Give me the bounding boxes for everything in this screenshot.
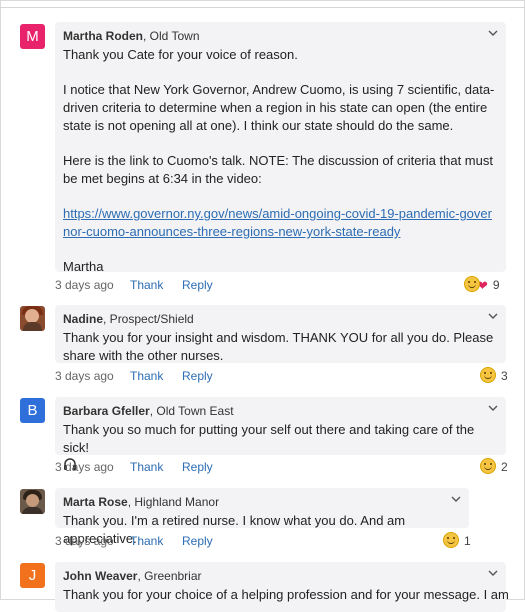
thank-button[interactable]: Thank: [130, 458, 163, 476]
timestamp: 3 days ago: [55, 278, 114, 292]
comment-body: Thank you for your choice of a helping p…: [63, 587, 509, 602]
timestamp: 3 days ago: [55, 534, 114, 548]
reaction-count: 2: [501, 460, 508, 474]
avatar[interactable]: J: [20, 563, 45, 588]
reply-button[interactable]: Reply: [182, 367, 213, 385]
timestamp: 3 days ago: [55, 460, 114, 474]
chevron-down-icon[interactable]: [451, 494, 461, 504]
author-name[interactable]: John Weaver: [63, 569, 137, 583]
comment-paragraph: Here is the link to Cuomo's talk. NOTE: …: [63, 153, 493, 186]
smile-emoji-icon: [443, 532, 459, 548]
thank-button[interactable]: Thank: [130, 367, 163, 385]
comment-body: Thank you for your insight and wisdom. T…: [63, 330, 494, 363]
comment-signoff: Martha: [63, 259, 104, 274]
author-location: , Prospect/Shield: [103, 312, 194, 326]
top-divider: [0, 7, 525, 8]
comment-actions: 3 days ago Thank Reply: [55, 458, 515, 476]
comment-bubble: Barbara Gfeller, Old Town East Thank you…: [55, 397, 506, 470]
reactions[interactable]: 2: [480, 458, 508, 476]
avatar[interactable]: M: [20, 24, 45, 49]
comment-paragraph: I notice that New York Governor, Andrew …: [63, 82, 495, 133]
comment-author: Barbara Gfeller, Old Town East: [63, 403, 498, 419]
comment-bubble: John Weaver, Greenbriar Thank you for yo…: [55, 562, 509, 612]
comment-body: Thank you Cate for your voice of reason.…: [63, 46, 498, 276]
author-location: , Old Town East: [149, 404, 234, 418]
comment-author: Nadine, Prospect/Shield: [63, 311, 498, 327]
smile-emoji-icon: [480, 458, 496, 474]
thank-button[interactable]: Thank: [130, 532, 163, 550]
comment-bubble: Nadine, Prospect/Shield Thank you for yo…: [55, 305, 506, 363]
chevron-down-icon[interactable]: [488, 403, 498, 413]
comment-author: John Weaver, Greenbriar: [63, 568, 498, 584]
timestamp: 3 days ago: [55, 369, 114, 383]
thank-button[interactable]: Thank: [130, 276, 163, 294]
comment-author: Marta Rose, Highland Manor: [63, 494, 461, 510]
comment-actions: 3 days ago Thank Reply: [55, 276, 515, 294]
reply-button[interactable]: Reply: [182, 532, 213, 550]
smile-emoji-icon: [480, 367, 496, 383]
author-location: , Highland Manor: [127, 495, 220, 509]
reactions[interactable]: 1: [443, 532, 471, 550]
chevron-down-icon[interactable]: [488, 28, 498, 38]
comment-bubble: Marta Rose, Highland Manor Thank you. I'…: [55, 488, 469, 546]
reply-button[interactable]: Reply: [182, 276, 213, 294]
avatar[interactable]: B: [20, 398, 45, 423]
avatar[interactable]: [20, 306, 45, 331]
author-name[interactable]: Nadine: [63, 312, 103, 326]
author-location: , Old Town: [143, 29, 200, 43]
comment-bubble: Martha Roden, Old Town Thank you Cate fo…: [55, 22, 506, 274]
reaction-count: 9: [492, 278, 500, 292]
reaction-count: 1: [464, 534, 471, 548]
author-name[interactable]: Martha Roden: [63, 29, 143, 43]
author-name[interactable]: Barbara Gfeller: [63, 404, 150, 418]
reactions[interactable]: ❤ 9: [464, 276, 500, 294]
comment-text: Thank you so much for putting your self …: [63, 422, 475, 455]
governor-link[interactable]: https://www.governor.ny.gov/news/amid-on…: [63, 206, 492, 239]
chevron-down-icon[interactable]: [488, 311, 498, 321]
smile-emoji-icon: [464, 276, 480, 292]
comment-author: Martha Roden, Old Town: [63, 28, 498, 44]
reply-button[interactable]: Reply: [182, 458, 213, 476]
avatar[interactable]: [20, 489, 45, 514]
reaction-count: 3: [501, 369, 508, 383]
chevron-down-icon[interactable]: [488, 568, 498, 578]
comment-paragraph: Thank you Cate for your voice of reason.: [63, 47, 298, 62]
author-location: , Greenbriar: [137, 569, 202, 583]
comment-actions: 3 days ago Thank Reply: [55, 367, 515, 385]
reactions[interactable]: 3: [480, 367, 508, 385]
author-name[interactable]: Marta Rose: [63, 495, 128, 509]
